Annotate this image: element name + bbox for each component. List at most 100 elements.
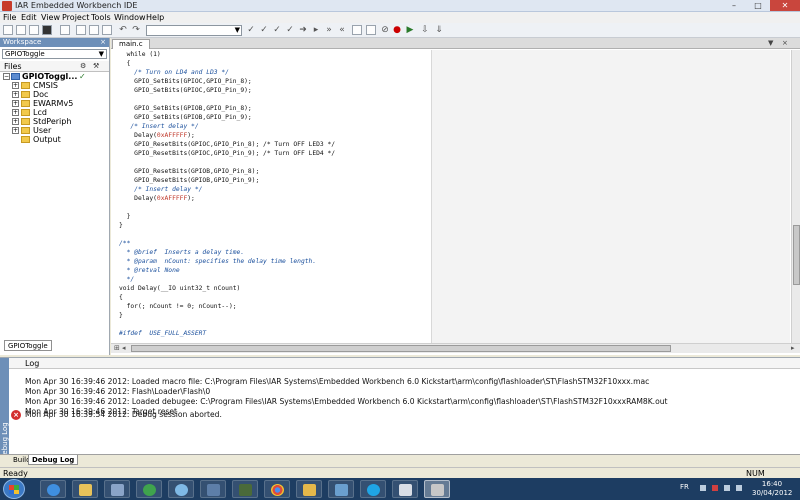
split-icon[interactable]: ⊞	[114, 344, 120, 352]
compile-icon[interactable]	[352, 25, 362, 35]
open-file-icon[interactable]	[16, 25, 26, 35]
code-line[interactable]: }	[119, 311, 431, 320]
workspace-tab-gpiotoggle[interactable]: GPIOToggle	[4, 340, 52, 351]
stop-build-icon[interactable]: ⊘	[380, 25, 390, 35]
taskbar-notes[interactable]	[392, 480, 418, 498]
taskbar-calc[interactable]	[104, 480, 130, 498]
expand-icon[interactable]: +	[12, 109, 19, 116]
language-indicator[interactable]: FR	[680, 483, 689, 491]
menu-window[interactable]: Window	[114, 13, 146, 22]
find-combo[interactable]: ▼	[146, 25, 242, 36]
vertical-scrollbar[interactable]	[791, 50, 800, 343]
taskbar-media-center[interactable]	[232, 480, 258, 498]
code-line[interactable]: */	[119, 275, 431, 284]
find-icon[interactable]: ✓	[272, 25, 282, 35]
find-next-icon[interactable]: ✓	[246, 25, 256, 35]
close-button[interactable]: ✕	[770, 0, 800, 11]
print-icon[interactable]	[60, 25, 70, 35]
save-all-icon[interactable]	[42, 25, 52, 35]
tree-folder-cmsis[interactable]: + CMSIS	[0, 81, 109, 90]
code-line[interactable]: GPIO_ResetBits(GPIOB,GPIO_Pin_8);	[119, 167, 431, 176]
expand-icon[interactable]: +	[12, 91, 19, 98]
network-icon[interactable]	[724, 485, 730, 491]
code-line[interactable]	[119, 203, 431, 212]
menu-edit[interactable]: Edit	[21, 13, 37, 22]
code-line[interactable]: GPIO_SetBits(GPIOC,GPIO_Pin_9);	[119, 86, 431, 95]
system-clock[interactable]: 16:40 30/04/2012	[752, 480, 792, 498]
maximize-button[interactable]: □	[747, 0, 769, 11]
code-line[interactable]	[119, 158, 431, 167]
taskbar-skype[interactable]	[360, 480, 386, 498]
expand-icon[interactable]: +	[12, 82, 19, 89]
debug-without-download-icon[interactable]: ⇩	[420, 25, 430, 35]
tab-main-c[interactable]: main.c	[112, 39, 150, 49]
download-debug-icon[interactable]: ▶	[405, 25, 415, 35]
copy-icon[interactable]	[89, 25, 99, 35]
menu-help[interactable]: Help	[146, 13, 164, 22]
tab-debug-log[interactable]: Debug Log	[28, 455, 79, 465]
code-line[interactable]	[119, 95, 431, 104]
make-icon[interactable]	[366, 25, 376, 35]
paste-icon[interactable]	[102, 25, 112, 35]
horizontal-scrollbar[interactable]: ⊞ ◂ ▸	[111, 343, 800, 353]
collapse-icon[interactable]: −	[3, 73, 10, 80]
save-icon[interactable]	[29, 25, 39, 35]
tree-folder-stdperiph[interactable]: + StdPeriph	[0, 117, 109, 126]
code-line[interactable]: /* Insert delay */	[119, 185, 431, 194]
scroll-thumb[interactable]	[131, 345, 671, 352]
taskbar-folder[interactable]	[296, 480, 322, 498]
menu-tools[interactable]: Tools	[91, 13, 111, 22]
tree-folder-doc[interactable]: + Doc	[0, 90, 109, 99]
code-line[interactable]	[119, 320, 431, 329]
breakpoint-icon[interactable]: ●	[392, 25, 402, 35]
prev-bookmark-icon[interactable]: «	[337, 25, 347, 35]
code-line[interactable]: {	[119, 59, 431, 68]
tab-list-icon[interactable]: ▼	[768, 39, 773, 47]
menu-project[interactable]: Project	[62, 13, 89, 22]
scroll-left-icon[interactable]: ◂	[122, 344, 126, 352]
tree-folder-ewarmv5[interactable]: + EWARMv5	[0, 99, 109, 108]
redo-icon[interactable]: ↷	[131, 25, 141, 35]
next-bookmark-icon[interactable]: »	[324, 25, 334, 35]
code-line[interactable]: GPIO_SetBits(GPIOB,GPIO_Pin_8);	[119, 104, 431, 113]
code-line[interactable]: * @brief Inserts a delay time.	[119, 248, 431, 257]
start-button[interactable]	[3, 479, 25, 499]
code-line[interactable]: Delay(0xAFFFFF);	[119, 131, 431, 140]
code-line[interactable]	[119, 230, 431, 239]
taskbar-explorer[interactable]	[72, 480, 98, 498]
undo-icon[interactable]: ↶	[118, 25, 128, 35]
code-line[interactable]: void Delay(__IO uint32_t nCount)	[119, 284, 431, 293]
configuration-select[interactable]: GPIOToggle ▼	[2, 49, 107, 59]
taskbar-app-blue[interactable]	[200, 480, 226, 498]
expand-icon[interactable]: +	[12, 127, 19, 134]
menu-file[interactable]: File	[3, 13, 16, 22]
code-line[interactable]: GPIO_SetBits(GPIOC,GPIO_Pin_8);	[119, 77, 431, 86]
new-file-icon[interactable]	[3, 25, 13, 35]
tree-folder-lcd[interactable]: + Lcd	[0, 108, 109, 117]
attach-icon[interactable]: ⇓	[434, 25, 444, 35]
expand-icon[interactable]: +	[12, 100, 19, 107]
code-line[interactable]: * @retval None	[119, 266, 431, 275]
code-line[interactable]: /* Turn on LD4 and LD3 */	[119, 68, 431, 77]
code-line[interactable]: for(; nCount != 0; nCount--);	[119, 302, 431, 311]
tray-alert-icon[interactable]	[712, 485, 718, 491]
taskbar-iar[interactable]	[424, 480, 450, 498]
taskbar-chrome[interactable]	[264, 480, 290, 498]
tree-folder-user[interactable]: + User	[0, 126, 109, 135]
goto-icon[interactable]: ➜	[298, 25, 308, 35]
menu-view[interactable]: View	[41, 13, 60, 22]
bookmark-icon[interactable]: ▸	[311, 25, 321, 35]
code-line[interactable]: /**	[119, 239, 431, 248]
close-icon[interactable]: ×	[100, 38, 106, 47]
code-line[interactable]: /* Insert delay */	[119, 122, 431, 131]
code-line[interactable]: }	[119, 212, 431, 221]
tray-arrow-icon[interactable]	[700, 485, 706, 491]
code-line[interactable]: * @param nCount: specifies the delay tim…	[119, 257, 431, 266]
code-line[interactable]: while (1)	[119, 50, 431, 59]
code-line[interactable]: #ifdef USE_FULL_ASSERT	[119, 329, 431, 338]
code-editor[interactable]: while (1) { /* Turn on LD4 and LD3 */ GP…	[111, 50, 431, 343]
code-line[interactable]: GPIO_ResetBits(GPIOC,GPIO_Pin_9); /* Tur…	[119, 149, 431, 158]
options-icon[interactable]: ⚒	[93, 61, 99, 72]
taskbar-app-green[interactable]	[136, 480, 162, 498]
expand-icon[interactable]: +	[12, 118, 19, 125]
